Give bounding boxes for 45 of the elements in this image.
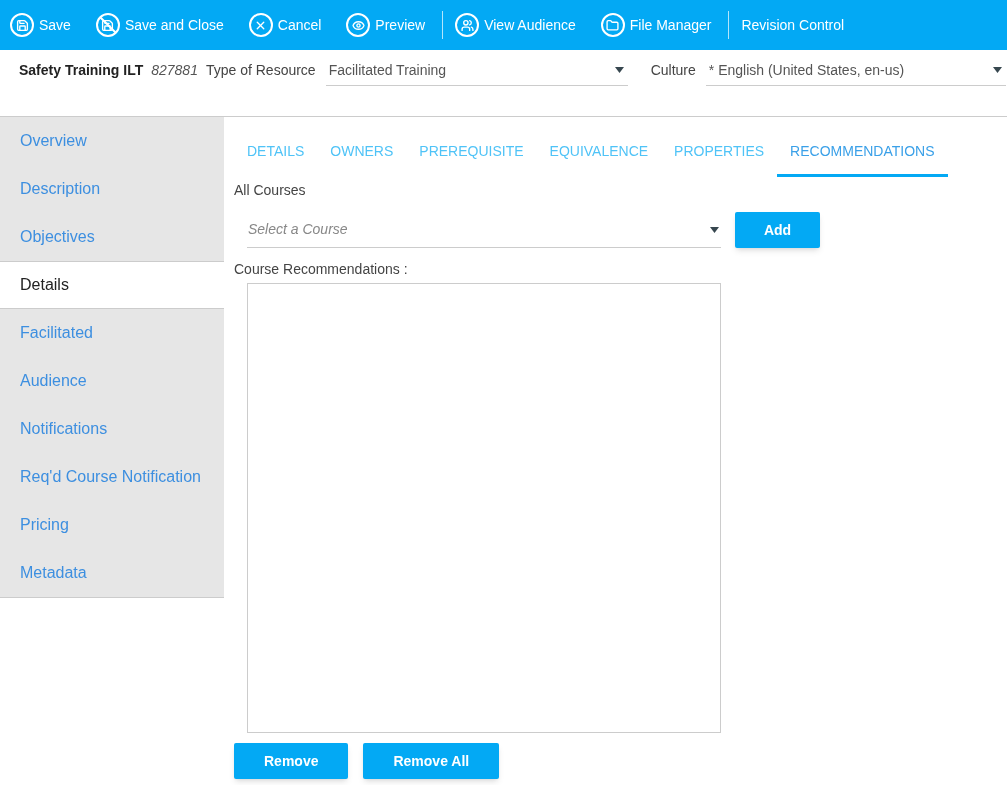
sidebar-item[interactable]: Req'd Course Notification (0, 453, 224, 501)
sidebar-item[interactable]: Metadata (0, 549, 224, 597)
sidebar-item[interactable]: Pricing (0, 501, 224, 549)
toolbar-button[interactable]: Preview (346, 13, 426, 37)
course-id: 827881 (151, 61, 198, 80)
close-icon (248, 13, 273, 37)
save-slash-icon (95, 13, 120, 37)
field-label: Course Recommendations : (234, 260, 409, 279)
remove-button[interactable]: Remove All (363, 743, 500, 779)
field-label: Type of Resource (205, 61, 316, 80)
sidebar-item[interactable]: Facilitated (0, 309, 224, 357)
caret-icon (992, 67, 1002, 73)
tab[interactable]: DETAILS (234, 134, 318, 177)
course-title: Safety Training ILT (19, 61, 144, 80)
sidebar-item[interactable]: Overview (0, 117, 224, 165)
culture-dropdown[interactable]: * English (United States, en-us) (705, 59, 1006, 86)
sidebar-item[interactable]: Description (0, 165, 224, 213)
sidebar-item[interactable]: Details (0, 261, 224, 309)
toolbar-button[interactable]: Save (10, 13, 71, 37)
people-icon (455, 13, 480, 37)
toolbar-button[interactable]: Cancel (248, 13, 322, 37)
toolbar-button[interactable]: View Audience (455, 13, 576, 37)
tab[interactable]: PROPERTIES (661, 134, 778, 177)
recommendations-list[interactable] (247, 283, 721, 733)
save-icon (10, 13, 34, 37)
field-label: All Courses (234, 181, 307, 200)
folder-icon (600, 13, 625, 37)
toolbar-button[interactable]: Save and Close (95, 13, 224, 37)
add-button[interactable]: Add (735, 212, 820, 248)
eye-icon (346, 13, 371, 37)
course-dropdown[interactable]: Select a Course (247, 212, 721, 248)
remove-button[interactable]: Remove (234, 743, 349, 779)
sidebar-item[interactable]: Notifications (0, 405, 224, 453)
caret-icon (614, 67, 624, 73)
tab[interactable]: RECOMMENDATIONS (777, 134, 948, 177)
sidebar-item[interactable]: Objectives (0, 213, 224, 261)
caret-icon (710, 226, 719, 233)
sidebar-item[interactable]: Audience (0, 357, 224, 405)
resource-type-dropdown[interactable]: Facilitated Training (325, 59, 628, 86)
tab[interactable]: EQUIVALENCE (536, 134, 662, 177)
tab[interactable]: OWNERS (317, 134, 407, 177)
tab[interactable]: PREREQUISITE (406, 134, 537, 177)
toolbar-button[interactable]: Revision Control (741, 14, 845, 36)
field-label: Culture (650, 61, 696, 80)
toolbar-button[interactable]: File Manager (600, 13, 712, 37)
